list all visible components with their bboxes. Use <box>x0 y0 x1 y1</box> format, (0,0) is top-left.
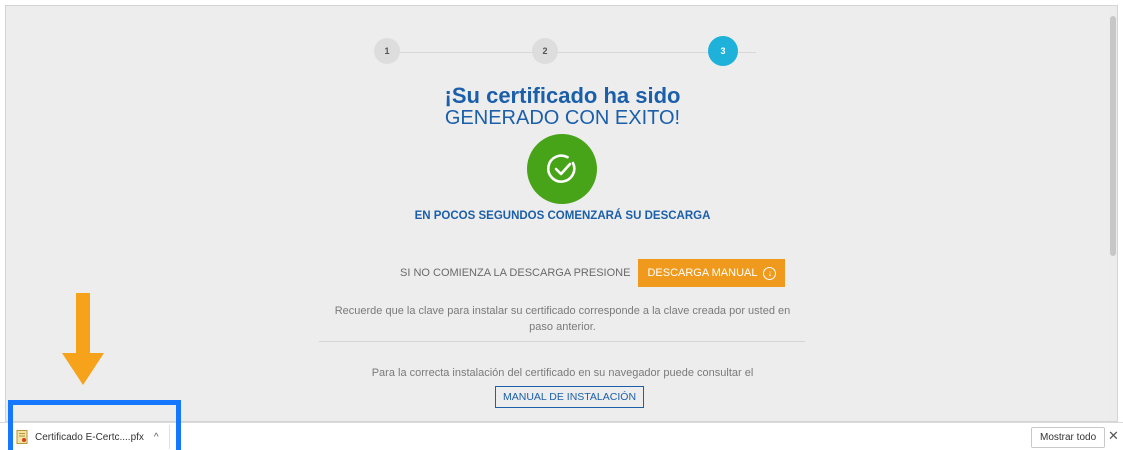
success-title: ¡Su certificado ha sido <box>444 83 681 108</box>
stepper-line <box>396 52 756 53</box>
manual-download-label: DESCARGA MANUAL <box>647 267 758 279</box>
page: 1 2 3 ¡Su certificado ha sido GENERADO C… <box>0 0 1123 450</box>
scrollbar[interactable] <box>1109 6 1117 421</box>
highlight-box <box>8 400 181 450</box>
manual-download-button[interactable]: DESCARGA MANUAL ↓ <box>638 259 786 287</box>
web-content: 1 2 3 ¡Su certificado ha sido GENERADO C… <box>5 5 1118 422</box>
success-subtitle: GENERADO CON EXITO! <box>444 107 681 129</box>
show-all-button[interactable]: Mostrar todo <box>1031 427 1106 448</box>
download-circle-icon: ↓ <box>763 266 777 280</box>
installation-manual-button[interactable]: MANUAL DE INSTALACIÓN <box>495 386 645 408</box>
manual-download-row: SI NO COMIENZA LA DESCARGA PRESIONE DESC… <box>400 259 786 287</box>
check-circle-icon <box>527 134 597 204</box>
manual-download-hint: SI NO COMIENZA LA DESCARGA PRESIONE <box>400 267 631 279</box>
stepper: 1 2 3 <box>366 35 766 67</box>
close-icon[interactable]: ✕ <box>1108 428 1119 444</box>
divider <box>319 341 805 342</box>
step-3-active: 3 <box>708 36 738 66</box>
install-info-text: Para la correcta instalación del certifi… <box>371 367 754 379</box>
step-1: 1 <box>374 38 400 64</box>
step-2: 2 <box>532 38 558 64</box>
scrollbar-thumb[interactable] <box>1110 16 1116 256</box>
download-note: EN POCOS SEGUNDOS COMENZARÁ SU DESCARGA <box>414 210 711 222</box>
password-reminder: Recuerde que la clave para instalar su c… <box>334 305 791 333</box>
arrow-down-icon <box>62 293 104 385</box>
